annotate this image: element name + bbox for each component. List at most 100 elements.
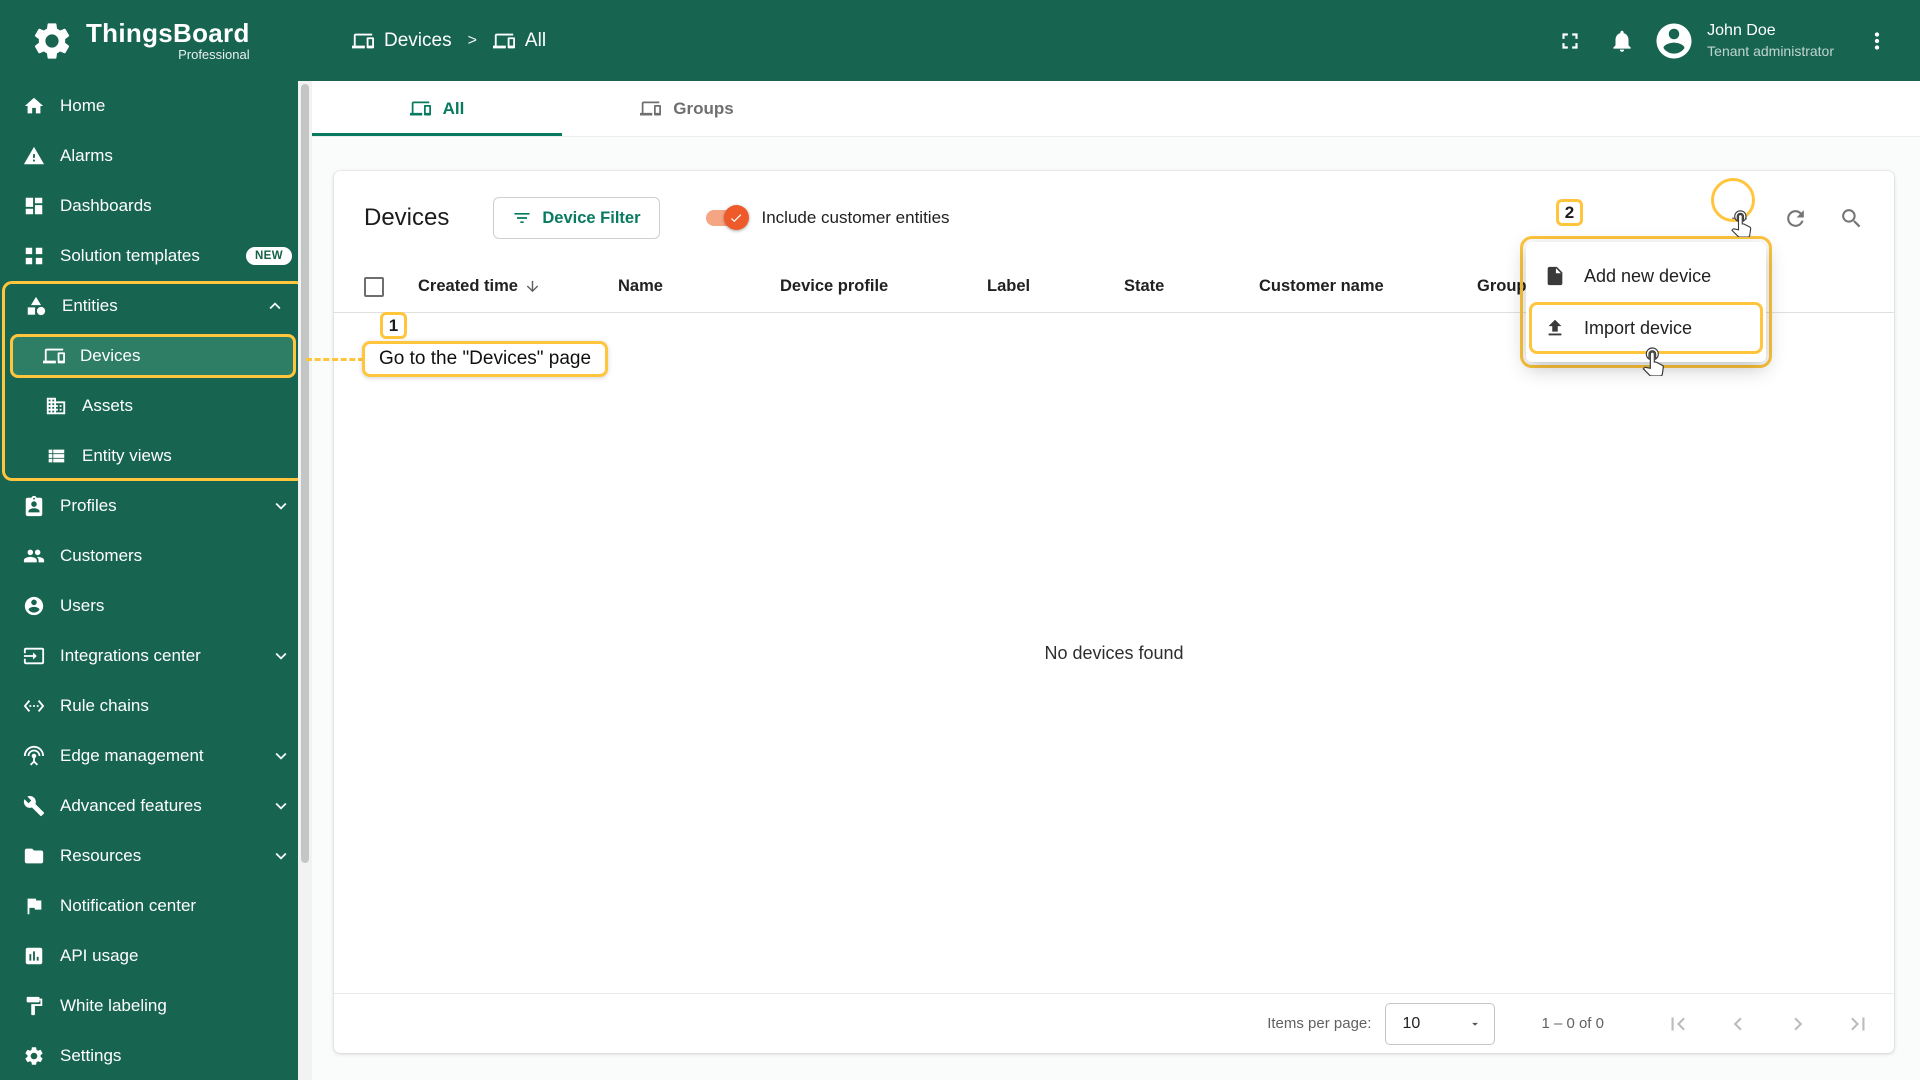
sidebar-scrollbar[interactable] [298,81,312,1080]
user-avatar[interactable] [1651,18,1697,64]
alarm-warning-icon [22,144,46,168]
sidebar-item-label: Edge management [60,746,204,765]
tab-all[interactable]: All [312,81,562,136]
users-icon [22,594,46,618]
notifications-button[interactable] [1599,18,1645,64]
sidebar-item-notification-center[interactable]: Notification center [0,881,312,931]
breadcrumb-all[interactable]: All [492,29,547,52]
menu-item-label: Import device [1584,317,1693,338]
customers-icon [22,544,46,568]
more-vert-icon [1874,31,1880,50]
sidebar-item-label: Rule chains [60,696,149,715]
sidebar-item-home[interactable]: Home [0,81,312,131]
items-per-page-label: Items per page: [1267,1015,1372,1032]
page-range-label: 1 – 0 of 0 [1541,1015,1604,1032]
sidebar-item-entity-views[interactable]: Entity views [2,431,306,481]
entities-icon [24,294,48,318]
column-header-label[interactable]: Label [987,277,1124,296]
include-customer-entities-toggle[interactable] [705,205,749,230]
sidebar-item-profiles[interactable]: Profiles [0,481,312,531]
select-all-checkbox[interactable] [364,276,384,297]
sidebar-item-label: Assets [82,396,134,415]
sidebar-item-alarms[interactable]: Alarms [0,131,312,181]
devices-icon [352,30,374,52]
filter-icon [514,213,530,223]
first-page-icon [1671,1017,1685,1030]
sidebar-item-label: Home [60,96,106,115]
step2-number-badge: 2 [1556,199,1583,226]
sidebar-item-users[interactable]: Users [0,581,312,631]
sidebar-item-edge-management[interactable]: Edge management [0,731,312,781]
sidebar: ThingsBoard Professional Home Alarms Das… [0,0,312,1080]
bell-icon [1613,30,1631,52]
devices-icon [409,98,431,119]
sidebar-item-api-usage[interactable]: API usage [0,931,312,981]
chevron-right-icon [1794,1017,1803,1030]
hand-pointer-icon [1637,344,1669,376]
devices-icon [42,344,66,368]
sidebar-scrollbar-thumb[interactable] [301,84,309,864]
profiles-icon [22,494,46,518]
paginator: Items per page: 10 1 – 0 of 0 [334,993,1894,1053]
refresh-button[interactable] [1774,197,1816,239]
column-header-state[interactable]: State [1124,277,1259,296]
page-size-value: 10 [1402,1014,1421,1032]
sidebar-item-label: Solution templates [60,246,200,265]
breadcrumb-devices[interactable]: Devices [352,30,452,52]
device-filter-button[interactable]: Device Filter [493,197,660,239]
group-all-icon [492,30,515,52]
file-icon [1547,266,1563,286]
search-button[interactable] [1830,197,1872,239]
sidebar-item-customers[interactable]: Customers [0,531,312,581]
sidebar-item-settings[interactable]: Settings [0,1031,312,1080]
sort-descending-icon[interactable] [524,278,541,295]
thingsboard-logo[interactable]: ThingsBoard Professional [0,0,312,81]
sidebar-nav: Home Alarms Dashboards Solution template… [0,81,312,1080]
sidebar-item-integrations-center[interactable]: Integrations center [0,631,312,681]
logo-title: ThingsBoard [86,17,250,48]
search-icon [1841,208,1860,227]
sidebar-item-assets[interactable]: Assets [2,381,306,431]
chevron-down-icon [270,495,292,517]
fullscreen-button[interactable] [1547,18,1593,64]
sidebar-item-label: Resources [60,846,142,865]
sidebar-item-rule-chains[interactable]: Rule chains [0,681,312,731]
sidebar-item-resources[interactable]: Resources [0,831,312,881]
chevron-down-icon [270,745,292,767]
previous-page-button[interactable] [1716,1002,1760,1046]
last-page-button[interactable] [1836,1002,1880,1046]
page-title: Devices [364,204,450,231]
column-header-name[interactable]: Name [618,277,780,296]
first-page-button[interactable] [1656,1002,1700,1046]
step1-callout: Go to the "Devices" page [362,341,609,377]
notification-center-icon [22,894,46,918]
groups-icon [640,98,662,119]
sidebar-item-devices[interactable]: Devices [10,334,296,378]
empty-state-message: No devices found [1044,642,1184,663]
sidebar-item-dashboards[interactable]: Dashboards [0,181,312,231]
sidebar-item-label: Users [60,596,105,615]
column-header-created-time[interactable]: Created time [418,277,618,296]
assets-icon [44,394,68,418]
page-size-select[interactable]: 10 [1385,1002,1496,1045]
chevron-down-icon [270,845,292,867]
next-page-button[interactable] [1776,1002,1820,1046]
chevron-up-icon [264,295,286,317]
menu-item-label: Add new device [1584,265,1712,286]
sidebar-item-entities[interactable]: Entities [2,281,306,331]
menu-item-add-new-device[interactable]: Add new device [1526,250,1766,302]
tab-groups[interactable]: Groups [562,81,812,136]
sidebar-item-label: Notification center [60,896,197,915]
breadcrumb-label: All [524,29,547,51]
device-filter-label: Device Filter [542,208,641,227]
column-header-customer-name[interactable]: Customer name [1259,277,1477,296]
column-header-device-profile[interactable]: Device profile [780,277,987,296]
sidebar-item-solution-templates[interactable]: Solution templates NEW [0,231,312,281]
sidebar-item-label: Entities [62,296,118,315]
sidebar-item-label: Integrations center [60,646,201,665]
sidebar-item-white-labeling[interactable]: White labeling [0,981,312,1031]
advanced-features-icon [22,794,46,818]
sidebar-item-advanced-features[interactable]: Advanced features [0,781,312,831]
sidebar-item-label: Entity views [82,446,172,465]
more-menu-button[interactable] [1854,18,1900,64]
